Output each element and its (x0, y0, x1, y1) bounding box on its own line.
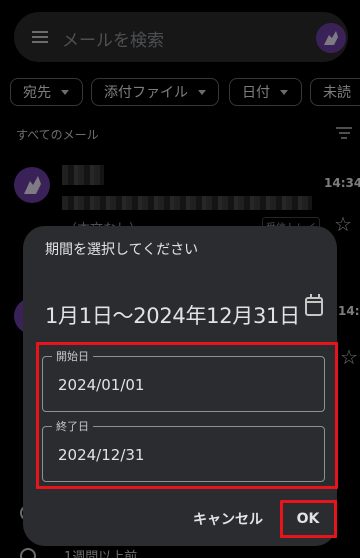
ok-highlight-box (280, 500, 337, 538)
cancel-button[interactable]: キャンセル (183, 504, 273, 534)
dialog-title: 期間を選択してください (45, 242, 199, 258)
selected-range-text: 1月1日～2024年12月31日 (45, 304, 300, 328)
fields-highlight-box (36, 342, 338, 489)
calendar-icon[interactable] (305, 294, 323, 316)
